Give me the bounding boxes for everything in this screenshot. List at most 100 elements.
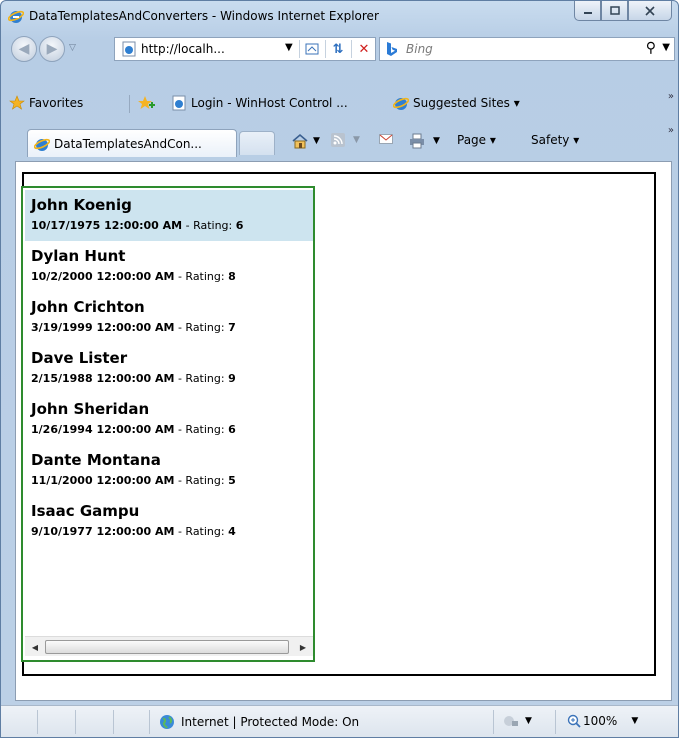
ie-logo-icon xyxy=(393,97,409,110)
list-item[interactable]: Dave Lister 2/15/1988 12:00:00 AM - Rati… xyxy=(25,343,313,394)
list-item[interactable]: John Sheridan 1/26/1994 12:00:00 AM - Ra… xyxy=(25,394,313,445)
divider xyxy=(113,710,114,734)
horizontal-scrollbar[interactable]: ◀ ▶ xyxy=(25,636,313,656)
add-to-favorites-bar-button[interactable] xyxy=(137,95,159,111)
favorites-label: Favorites xyxy=(29,96,84,110)
address-dropdown-icon[interactable]: ▼ xyxy=(285,42,293,53)
person-date: 10/17/1975 12:00:00 AM xyxy=(31,219,183,232)
mail-icon xyxy=(379,134,393,144)
more-favorites-chevron-icon[interactable]: » xyxy=(668,91,674,102)
divider xyxy=(129,95,130,113)
refresh-icon[interactable]: ⇅ xyxy=(328,40,348,58)
divider xyxy=(37,710,38,734)
person-details: 2/15/1988 12:00:00 AM - Rating: 9 xyxy=(31,372,236,385)
new-tab-button[interactable] xyxy=(239,131,275,155)
rating-label: - Rating: xyxy=(174,525,229,538)
ie-logo-icon xyxy=(34,138,50,151)
person-date: 1/26/1994 12:00:00 AM xyxy=(31,423,175,436)
feeds-button[interactable]: ▼ xyxy=(331,133,360,147)
history-dropdown-icon[interactable]: ▽ xyxy=(69,43,76,53)
minimize-button[interactable] xyxy=(574,1,601,21)
window-title: DataTemplatesAndConverters - Windows Int… xyxy=(29,9,379,23)
lock-globe-icon xyxy=(504,716,518,726)
tab-command-row: DataTemplatesAndCon... ▼ ▼ ▼ Page ▾ Safe… xyxy=(1,125,678,157)
home-dropdown-icon[interactable]: ▼ xyxy=(313,136,320,146)
more-commands-chevron-icon[interactable]: » xyxy=(668,125,674,136)
print-button[interactable]: ▼ xyxy=(409,133,440,149)
person-details: 10/2/2000 12:00:00 AM - Rating: 8 xyxy=(31,270,236,283)
person-rating: 5 xyxy=(228,474,236,487)
people-listbox[interactable]: John Koenig 10/17/1975 12:00:00 AM - Rat… xyxy=(21,186,315,662)
list-item[interactable]: John Koenig 10/17/1975 12:00:00 AM - Rat… xyxy=(25,190,313,241)
status-bar: Internet | Protected Mode: On ▼ 100% ▼ xyxy=(1,705,678,737)
rss-feed-icon xyxy=(331,133,345,147)
add-favorite-icon xyxy=(138,96,155,109)
favorites-bar: Favorites Login - WinHost Control ... Su… xyxy=(1,89,678,117)
close-icon xyxy=(645,5,655,16)
list-item[interactable]: Isaac Gampu 9/10/1977 12:00:00 AM - Rati… xyxy=(25,496,313,547)
title-bar[interactable]: DataTemplatesAndConverters - Windows Int… xyxy=(1,1,678,31)
divider xyxy=(493,710,494,734)
search-dropdown-icon[interactable]: ▼ xyxy=(662,42,670,53)
person-rating: 7 xyxy=(228,321,236,334)
window-controls xyxy=(574,1,672,21)
zoom-button[interactable]: 100% ▼ xyxy=(567,714,638,728)
favorite-link-label: Suggested Sites ▾ xyxy=(413,96,520,110)
page-icon xyxy=(172,95,186,111)
rating-label: - Rating: xyxy=(174,423,229,436)
search-bar[interactable]: Bing ⚲ ▼ xyxy=(379,37,675,61)
home-button[interactable]: ▼ xyxy=(291,133,320,149)
protected-mode-button[interactable]: ▼ xyxy=(503,714,532,728)
compatibility-view-icon[interactable] xyxy=(302,40,322,58)
rating-label: - Rating: xyxy=(174,474,229,487)
read-mail-button[interactable] xyxy=(379,133,393,145)
person-date: 2/15/1988 12:00:00 AM xyxy=(31,372,175,385)
person-name: Isaac Gampu xyxy=(31,502,140,520)
list-item[interactable]: Dylan Hunt 10/2/2000 12:00:00 AM - Ratin… xyxy=(25,241,313,292)
forward-button[interactable]: ▶ xyxy=(39,36,65,62)
print-dropdown-icon[interactable]: ▼ xyxy=(433,136,440,146)
feeds-dropdown-icon[interactable]: ▼ xyxy=(353,135,360,145)
page-icon xyxy=(122,41,136,57)
zoom-dropdown-icon[interactable]: ▼ xyxy=(631,716,638,726)
person-details: 9/10/1977 12:00:00 AM - Rating: 4 xyxy=(31,525,236,538)
list-item[interactable]: John Crichton 3/19/1999 12:00:00 AM - Ra… xyxy=(25,292,313,343)
divider xyxy=(555,710,556,734)
person-name: John Sheridan xyxy=(31,400,150,418)
tab-label: DataTemplatesAndCon... xyxy=(54,137,202,151)
security-zone[interactable]: Internet | Protected Mode: On xyxy=(159,714,359,730)
address-url[interactable]: http://localh... xyxy=(141,42,225,56)
globe-icon xyxy=(160,715,174,729)
person-date: 10/2/2000 12:00:00 AM xyxy=(31,270,175,283)
person-name: Dylan Hunt xyxy=(31,247,126,265)
divider xyxy=(325,40,326,58)
safety-menu[interactable]: Safety ▾ xyxy=(531,133,579,147)
search-icon[interactable]: ⚲ xyxy=(646,40,656,56)
page-menu[interactable]: Page ▾ xyxy=(457,133,496,147)
person-name: Dave Lister xyxy=(31,349,128,367)
scroll-right-icon[interactable]: ▶ xyxy=(295,639,311,655)
person-details: 3/19/1999 12:00:00 AM - Rating: 7 xyxy=(31,321,236,334)
favorite-link-login[interactable]: Login - WinHost Control ... xyxy=(171,95,348,111)
close-window-button[interactable] xyxy=(628,1,672,21)
scroll-left-icon[interactable]: ◀ xyxy=(27,639,43,655)
safety-menu-label: Safety ▾ xyxy=(531,133,580,147)
protected-dropdown-icon[interactable]: ▼ xyxy=(525,716,532,726)
favorites-star-icon xyxy=(9,95,25,110)
search-placeholder[interactable]: Bing xyxy=(406,42,433,56)
stop-icon[interactable]: ✕ xyxy=(354,40,374,58)
address-bar[interactable]: http://localh... ▼ ⇅ ✕ xyxy=(114,37,376,61)
back-button[interactable]: ◀ xyxy=(11,36,37,62)
person-name: Dante Montana xyxy=(31,451,161,469)
favorites-button[interactable]: Favorites xyxy=(9,95,83,111)
zoom-level: 100% xyxy=(583,714,618,728)
divider xyxy=(149,710,150,734)
maximize-button[interactable] xyxy=(601,1,628,21)
person-date: 3/19/1999 12:00:00 AM xyxy=(31,321,175,334)
list-item[interactable]: Dante Montana 11/1/2000 12:00:00 AM - Ra… xyxy=(25,445,313,496)
person-rating: 6 xyxy=(228,423,236,436)
rating-label: - Rating: xyxy=(174,372,229,385)
favorite-link-suggested-sites[interactable]: Suggested Sites ▾ xyxy=(393,95,520,111)
scroll-thumb[interactable] xyxy=(45,640,289,654)
tab-active[interactable]: DataTemplatesAndCon... xyxy=(27,129,237,157)
